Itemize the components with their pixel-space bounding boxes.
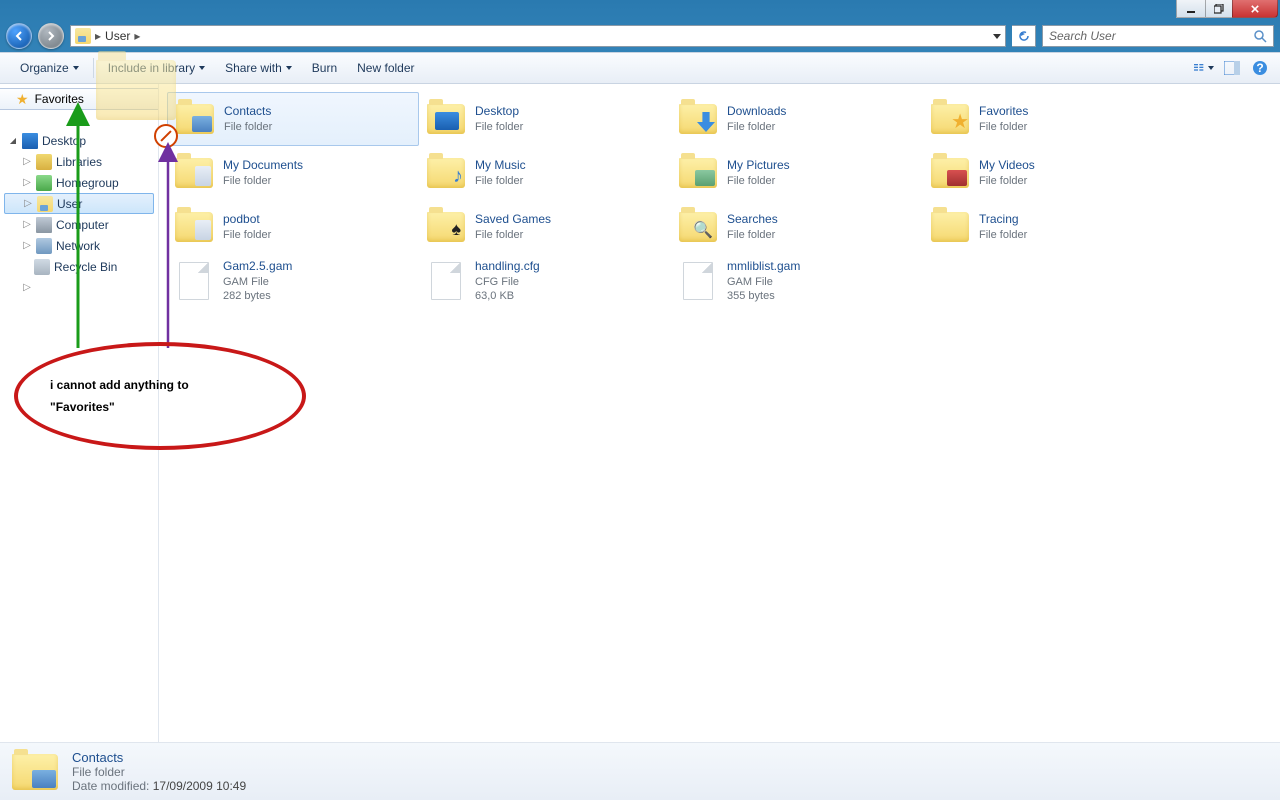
item-contacts[interactable]: ContactsFile folder <box>167 92 419 146</box>
tree-expand[interactable] <box>4 277 154 298</box>
navigation-pane: ★ Favorites Desktop Libraries Homegroup … <box>0 84 159 742</box>
tree-homegroup[interactable]: Homegroup <box>4 172 154 193</box>
item-mmlib[interactable]: mmliblist.gamGAM File355 bytes <box>671 254 923 308</box>
back-button[interactable] <box>6 23 32 49</box>
favorites-header[interactable]: ★ Favorites <box>0 88 158 110</box>
item-saved-games[interactable]: ♠Saved GamesFile folder <box>419 200 671 254</box>
titlebar <box>0 0 1280 20</box>
forward-button[interactable] <box>38 23 64 49</box>
new-folder-button[interactable]: New folder <box>347 57 424 79</box>
search-icon <box>1253 29 1267 43</box>
body: ★ Favorites Desktop Libraries Homegroup … <box>0 84 1280 742</box>
item-mypics[interactable]: My PicturesFile folder <box>671 146 923 200</box>
star-icon: ★ <box>16 91 29 108</box>
nav-bar: ▸ User ▸ Search User <box>0 20 1280 52</box>
tree-network[interactable]: Network <box>4 235 154 256</box>
tree-desktop[interactable]: Desktop <box>4 130 154 151</box>
tree-computer[interactable]: Computer <box>4 214 154 235</box>
share-with-button[interactable]: Share with <box>215 57 302 79</box>
toolbar: Organize Include in library Share with B… <box>0 52 1280 84</box>
item-downloads[interactable]: DownloadsFile folder <box>671 92 923 146</box>
tree-user[interactable]: User <box>4 193 154 214</box>
address-bar[interactable]: ▸ User ▸ <box>70 25 1006 47</box>
refresh-button[interactable] <box>1012 25 1036 47</box>
item-desktop[interactable]: DesktopFile folder <box>419 92 671 146</box>
help-button[interactable]: ? <box>1250 58 1270 78</box>
details-pane: Contacts File folder Date modified: 17/0… <box>0 742 1280 800</box>
restore-button[interactable] <box>1205 0 1233 18</box>
item-mydocs[interactable]: My DocumentsFile folder <box>167 146 419 200</box>
preview-pane-button[interactable] <box>1222 58 1242 78</box>
details-mod-label: Date modified: <box>72 779 149 793</box>
item-podbot[interactable]: podbotFile folder <box>167 200 419 254</box>
breadcrumb-item[interactable]: User <box>105 29 130 43</box>
address-dropdown[interactable] <box>993 34 1001 39</box>
tree-recycle-bin[interactable]: Recycle Bin <box>4 256 154 277</box>
tree-libraries[interactable]: Libraries <box>4 151 154 172</box>
breadcrumb-sep-icon: ▸ <box>95 29 101 43</box>
explorer-window: ▸ User ▸ Search User Organize Include in… <box>0 0 1280 800</box>
details-type: File folder <box>72 765 246 779</box>
breadcrumb-sep-icon: ▸ <box>134 29 140 43</box>
item-handling[interactable]: handling.cfgCFG File63,0 KB <box>419 254 671 308</box>
tree: Desktop Libraries Homegroup User Compute… <box>0 110 158 298</box>
file-list[interactable]: ContactsFile folder DesktopFile folder D… <box>159 84 1280 742</box>
details-name: Contacts <box>72 750 246 765</box>
search-input[interactable]: Search User <box>1042 25 1274 47</box>
favorites-label: Favorites <box>35 92 84 106</box>
close-button[interactable] <box>1232 0 1278 18</box>
item-tracing[interactable]: TracingFile folder <box>923 200 1175 254</box>
folder-icon <box>75 28 91 44</box>
item-myvids[interactable]: My VideosFile folder <box>923 146 1175 200</box>
view-mode-button[interactable] <box>1194 58 1214 78</box>
minimize-button[interactable] <box>1176 0 1206 18</box>
item-gam25[interactable]: Gam2.5.gamGAM File282 bytes <box>167 254 419 308</box>
include-library-button[interactable]: Include in library <box>98 57 215 79</box>
organize-button[interactable]: Organize <box>10 57 89 79</box>
search-placeholder: Search User <box>1049 29 1116 43</box>
burn-button[interactable]: Burn <box>302 57 347 79</box>
item-favorites[interactable]: ★FavoritesFile folder <box>923 92 1175 146</box>
details-icon <box>12 748 60 796</box>
details-mod-value: 17/09/2009 10:49 <box>153 779 246 793</box>
item-searches[interactable]: 🔍SearchesFile folder <box>671 200 923 254</box>
item-mymusic[interactable]: ♪My MusicFile folder <box>419 146 671 200</box>
svg-text:?: ? <box>1256 61 1263 75</box>
